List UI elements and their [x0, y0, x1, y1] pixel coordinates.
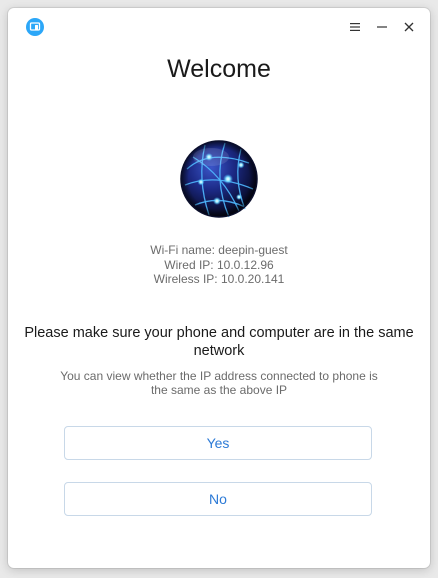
yes-button-label: Yes	[206, 435, 230, 451]
phone-assistant-icon	[26, 18, 44, 36]
same-network-headline: Please make sure your phone and computer…	[24, 325, 414, 359]
close-icon[interactable]	[398, 16, 420, 38]
no-button[interactable]: No	[64, 482, 372, 516]
network-info: Wi-Fi name: deepin-guest Wired IP: 10.0.…	[8, 243, 430, 287]
wired-ip-label: Wired IP: 10.0.12.96	[164, 257, 274, 272]
wifi-name-label: Wi-Fi name: deepin-guest	[150, 243, 288, 257]
app-window: Welcome Wi-Fi name: deepin-guest Wired I…	[8, 8, 430, 568]
no-button-label: No	[209, 491, 227, 507]
hamburger-menu-icon[interactable]	[344, 16, 366, 38]
ip-check-hint: You can view whether the IP address conn…	[60, 369, 378, 397]
yes-button[interactable]: Yes	[64, 426, 372, 460]
titlebar	[8, 8, 430, 46]
wireless-ip-label: Wireless IP: 10.0.20.141	[153, 272, 285, 286]
network-globe-icon	[179, 139, 259, 219]
page-title: Welcome	[167, 55, 271, 83]
minimize-icon[interactable]	[371, 16, 393, 38]
